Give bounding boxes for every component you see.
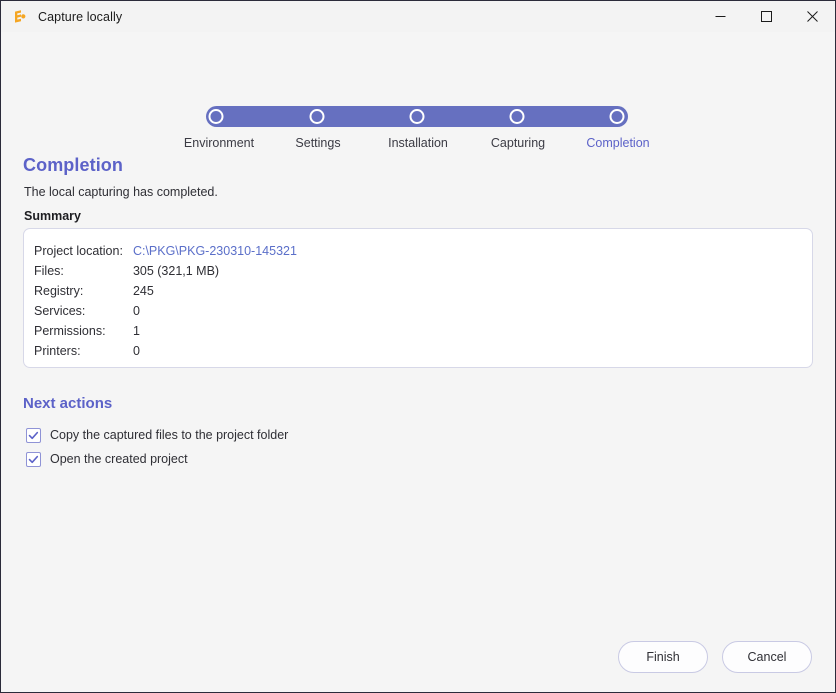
stepper-nodes (206, 106, 628, 127)
next-actions-heading: Next actions (23, 395, 113, 412)
step-label-completion[interactable]: Completion (586, 136, 649, 150)
window-title: Capture locally (38, 9, 123, 24)
table-row: Registry: 245 (34, 281, 297, 301)
summary-value-services: 0 (132, 304, 140, 318)
page-content: Environment Settings Installation Captur… (1, 32, 835, 692)
summary-label: Summary (24, 209, 81, 223)
summary-value-permissions: 1 (132, 324, 140, 338)
step-label-capturing[interactable]: Capturing (491, 136, 545, 150)
step-node-capturing[interactable] (509, 109, 525, 124)
title-bar: Capture locally (1, 1, 835, 32)
checkbox-copy-files[interactable] (26, 427, 41, 443)
table-row: Files: 305 (321,1 MB) (34, 261, 297, 281)
stepper-labels: Environment Settings Installation Captur… (184, 136, 650, 156)
next-action-label-open-project: Open the created project (50, 452, 188, 466)
cancel-button[interactable]: Cancel (722, 641, 812, 673)
table-row: Permissions: 1 (34, 321, 297, 341)
step-node-settings[interactable] (309, 109, 325, 124)
summary-key-services: Services: (34, 304, 86, 318)
table-row: Project location: C:\PKG\PKG-230310-1453… (34, 241, 297, 261)
wizard-stepper: Environment Settings Installation Captur… (1, 54, 835, 150)
table-row: Services: 0 (34, 301, 297, 321)
page-title: Completion (23, 155, 123, 175)
summary-key-files: Files: (34, 264, 64, 278)
project-location-link[interactable]: C:\PKG\PKG-230310-145321 (133, 241, 297, 261)
step-label-settings[interactable]: Settings (295, 136, 340, 150)
summary-key-permissions: Permissions: (34, 324, 106, 338)
step-label-environment[interactable]: Environment (184, 136, 254, 150)
summary-table: Project location: C:\PKG\PKG-230310-1453… (34, 241, 297, 361)
step-node-completion[interactable] (609, 109, 625, 124)
summary-key-project-location: Project location: (34, 244, 123, 258)
close-button[interactable] (789, 1, 835, 32)
step-label-installation[interactable]: Installation (388, 136, 448, 150)
minimize-button[interactable] (697, 1, 743, 32)
summary-panel: Project location: C:\PKG\PKG-230310-1453… (23, 228, 813, 368)
summary-value-registry: 245 (132, 284, 154, 298)
next-action-label-copy-files: Copy the captured files to the project f… (50, 428, 289, 442)
app-logo-icon (12, 9, 28, 25)
summary-key-registry: Registry: (34, 284, 84, 298)
footer-buttons: Finish Cancel (618, 641, 812, 673)
next-action-copy-files[interactable]: Copy the captured files to the project f… (26, 426, 288, 444)
window-controls (697, 1, 835, 32)
summary-value-files: 305 (321,1 MB) (132, 264, 220, 278)
step-node-environment[interactable] (208, 109, 224, 124)
summary-value-printers: 0 (132, 344, 140, 358)
table-row: Printers: 0 (34, 341, 297, 361)
step-node-installation[interactable] (409, 109, 425, 124)
maximize-button[interactable] (743, 1, 789, 32)
finish-button[interactable]: Finish (618, 641, 708, 673)
next-action-open-project[interactable]: Open the created project (26, 450, 188, 468)
app-window: Capture locally Environment Settings Ins… (0, 0, 836, 693)
page-subtitle: The local capturing has completed. (24, 185, 218, 199)
checkbox-open-project[interactable] (26, 451, 41, 467)
summary-key-printers: Printers: (34, 344, 81, 358)
